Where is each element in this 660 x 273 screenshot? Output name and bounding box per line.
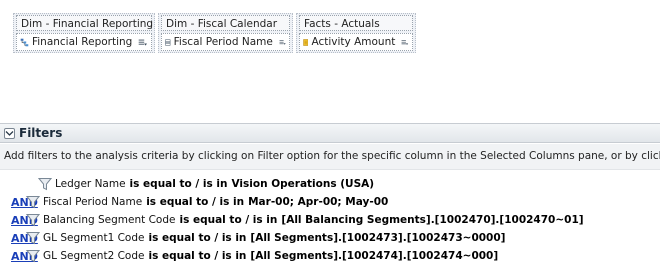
filter-value: [All Segments].[1002474].[1002474~000] [250,250,499,262]
and-operator-link[interactable]: AND [0,232,38,245]
filter-row[interactable]: AND GL Segment1 Code is equal to / is in… [0,229,660,247]
filter-operator: is equal to / is in [179,214,278,226]
column-group-header: Dim - Financial Reporting [16,15,153,31]
attribute-column-icon [165,38,171,46]
filter-operator: is equal to / is in [148,250,247,262]
funnel-icon[interactable] [26,249,40,263]
column-label: Financial Reporting [31,36,133,48]
filter-row[interactable]: AND Fiscal Period Name is equal to / is … [0,193,660,211]
column-group-fiscal-calendar[interactable]: Dim - Fiscal Calendar Fiscal Period Name [158,13,293,53]
filter-column-name[interactable]: Ledger Name [55,178,126,190]
filter-operator: is equal to / is in [148,232,247,244]
column-menu-icon[interactable] [138,37,148,48]
filter-operator: is equal to / is in [146,196,245,208]
column-menu-icon[interactable] [401,37,409,48]
column-group-header: Facts - Actuals [299,15,413,31]
selected-columns-pane: Dim - Financial Reporting Financial Repo… [0,0,660,122]
filter-value: Mar-00; Apr-00; May-00 [248,196,389,208]
filter-column-name[interactable]: GL Segment1 Code [43,232,144,244]
filter-column-name[interactable]: GL Segment2 Code [43,250,144,262]
column-menu-icon[interactable] [279,37,286,48]
funnel-icon[interactable] [26,231,40,245]
and-operator-link[interactable]: AND [0,250,38,263]
column-activity-amount[interactable]: Activity Amount [299,33,413,51]
filter-value: Vision Operations (USA) [231,178,375,190]
hierarchy-icon [20,38,29,46]
and-operator-link[interactable]: AND [0,196,38,209]
filter-operator: is equal to / is in [129,178,228,190]
column-group-facts-actuals[interactable]: Facts - Actuals Activity Amount [296,13,416,53]
collapse-toggle-icon[interactable] [4,127,15,139]
filter-column-name[interactable]: Fiscal Period Name [43,196,142,208]
column-label: Fiscal Period Name [173,36,273,48]
filter-value: [All Balancing Segments].[1002470].[1002… [281,214,584,226]
filter-row[interactable]: AND GL Segment2 Code is equal to / is in… [0,247,660,265]
filter-row[interactable]: AND Balancing Segment Code is equal to /… [0,211,660,229]
funnel-icon[interactable] [26,213,40,227]
filters-instructions: Add filters to the analysis criteria by … [0,144,660,170]
filters-section-header[interactable]: Filters [0,123,660,143]
filter-row[interactable]: Ledger Name is equal to / is in Vision O… [0,175,660,193]
and-operator-link[interactable]: AND [0,214,38,227]
filter-value: [All Segments].[1002473].[1002473~0000] [250,232,506,244]
filter-column-name[interactable]: Balancing Segment Code [43,214,175,226]
column-group-financial-reporting[interactable]: Dim - Financial Reporting Financial Repo… [13,13,155,53]
column-group-header: Dim - Fiscal Calendar [161,15,290,31]
funnel-icon[interactable] [26,195,40,209]
filters-title: Filters [19,126,63,140]
funnel-icon[interactable] [38,177,52,191]
filters-list: Ledger Name is equal to / is in Vision O… [0,175,660,265]
column-financial-reporting[interactable]: Financial Reporting [16,33,152,51]
measure-column-icon [303,38,309,46]
column-fiscal-period-name[interactable]: Fiscal Period Name [161,33,290,51]
column-label: Activity Amount [311,36,396,48]
